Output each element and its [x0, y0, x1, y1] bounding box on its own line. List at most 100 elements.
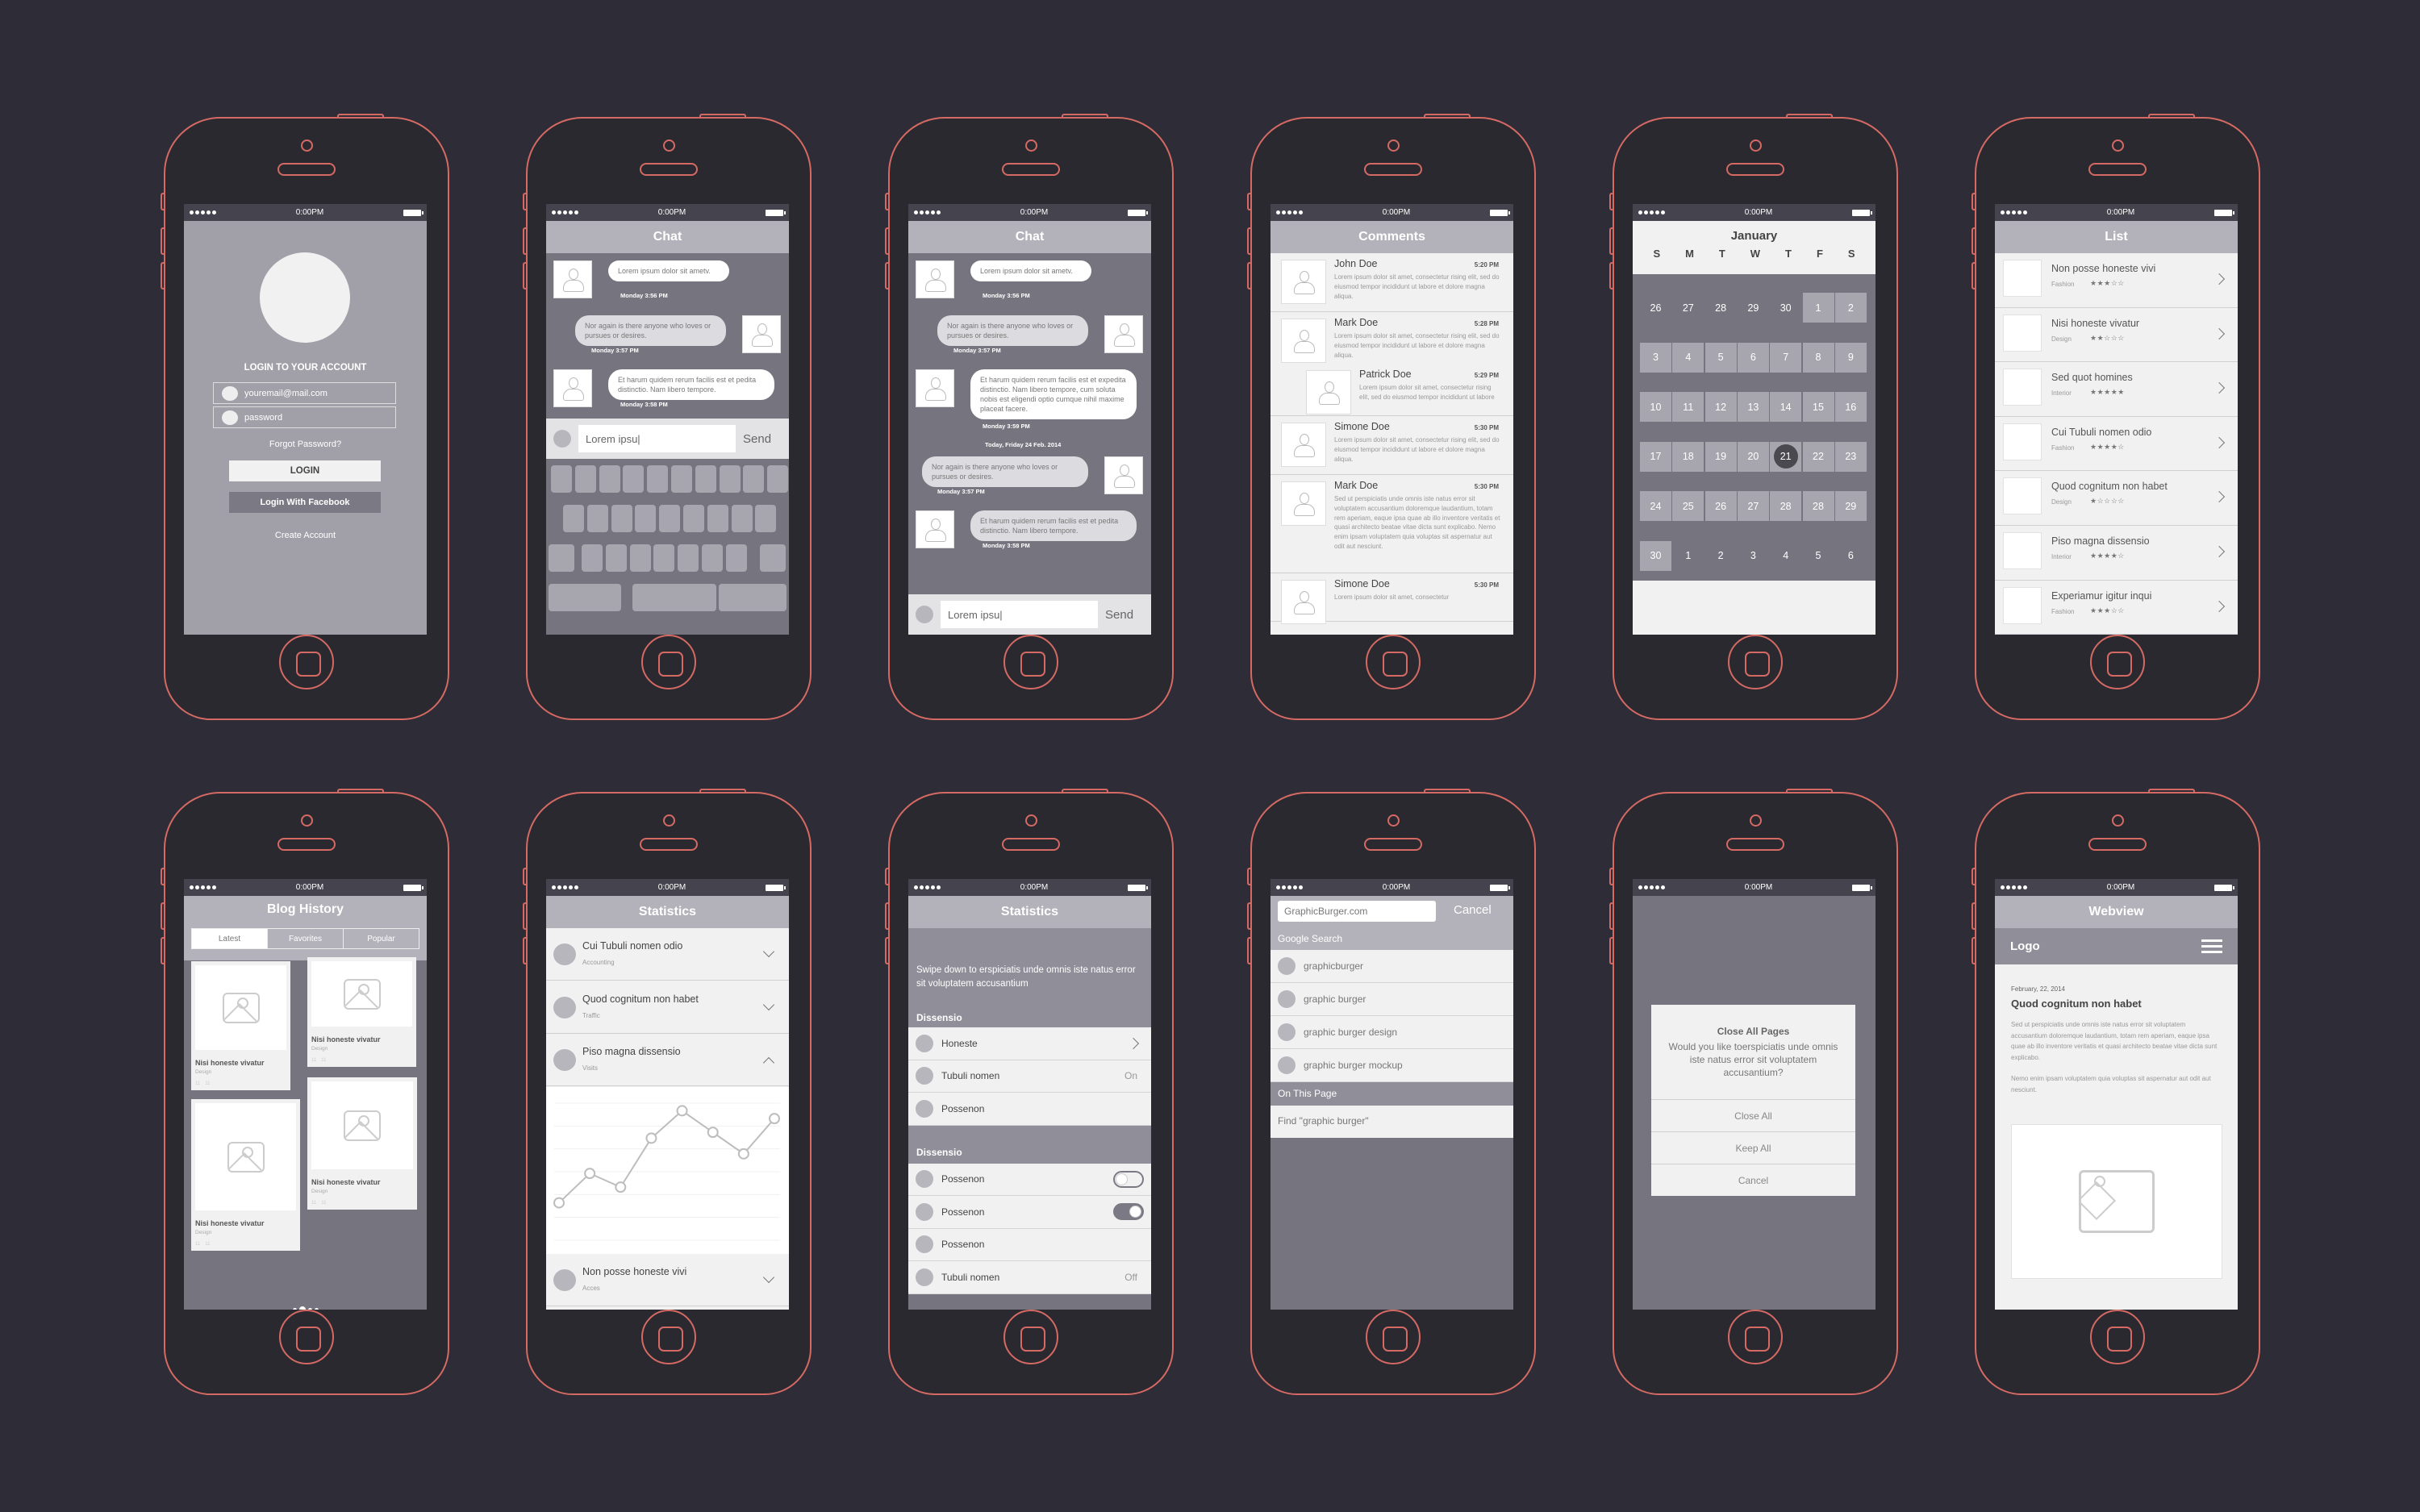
dialog-button-close-all[interactable]: Close All	[1651, 1099, 1855, 1131]
keyboard-key[interactable]	[611, 505, 632, 532]
keyboard-key[interactable]	[549, 544, 574, 572]
calendar-day[interactable]: 23	[1834, 441, 1867, 472]
message-input[interactable]: Lorem ipsu|	[578, 425, 736, 452]
list-item[interactable]: Quod cognitum non habet Design ★☆☆☆☆	[1995, 471, 2238, 526]
calendar-day[interactable]: 28	[1802, 491, 1834, 521]
chevron-right-icon[interactable]	[1127, 1037, 1140, 1049]
calendar-day[interactable]: 11	[1672, 392, 1704, 422]
calendar-day[interactable]: 2	[1834, 293, 1867, 323]
keyboard-key[interactable]	[574, 465, 596, 493]
calendar-day[interactable]: 18	[1672, 441, 1704, 472]
home-button[interactable]	[1366, 635, 1421, 689]
suggestion-item[interactable]: graphic burger design	[1270, 1016, 1513, 1049]
keyboard-key[interactable]	[671, 465, 692, 493]
data-point[interactable]	[645, 1132, 657, 1144]
page-dot[interactable]	[307, 1307, 312, 1310]
tab-favorites[interactable]: Favorites	[267, 929, 343, 948]
accordion-item[interactable]: Quod cognitum non habet Traffic	[546, 981, 789, 1034]
calendar-day[interactable]: 22	[1802, 441, 1834, 472]
home-button[interactable]	[279, 1310, 334, 1364]
home-button[interactable]	[1728, 635, 1783, 689]
suggestion-item[interactable]: graphicburger	[1270, 950, 1513, 983]
calendar-day[interactable]: 4	[1672, 342, 1704, 373]
calendar-day[interactable]: 16	[1834, 392, 1867, 422]
send-button[interactable]: Send	[743, 432, 771, 446]
page-dot[interactable]	[298, 1306, 306, 1310]
keyboard-key[interactable]	[719, 465, 741, 493]
list-item[interactable]: Nisi honeste vivatur Design ★★☆☆☆	[1995, 308, 2238, 363]
keyboard-key[interactable]	[760, 544, 786, 572]
keyboard-key[interactable]	[623, 465, 645, 493]
calendar-day[interactable]: 28	[1770, 491, 1802, 521]
calendar-day[interactable]: 15	[1802, 392, 1834, 422]
suggestion-item[interactable]: graphic burger mockup	[1270, 1049, 1513, 1082]
keyboard-key[interactable]	[563, 505, 584, 532]
blog-card[interactable]: Nisi honeste vivatur Design 11 11	[191, 961, 290, 1090]
cancel-button[interactable]: Cancel	[1454, 903, 1492, 917]
settings-row[interactable]: Possenon	[908, 1163, 1151, 1196]
calendar-day[interactable]: 6	[1737, 342, 1769, 373]
keyboard-key[interactable]	[695, 465, 716, 493]
calendar-day[interactable]: 20	[1737, 441, 1769, 472]
chevron-down-icon[interactable]	[762, 998, 775, 1011]
attach-icon[interactable]	[916, 606, 933, 623]
month-label[interactable]: January	[1633, 229, 1876, 243]
list-item[interactable]: Cui Tubuli nomen odio Fashion ★★★★☆	[1995, 417, 2238, 472]
keyboard-key[interactable]	[702, 544, 723, 572]
chevron-right-icon[interactable]	[2213, 436, 2226, 448]
create-account-link[interactable]: Create Account	[184, 531, 427, 540]
dialog-button-keep-all[interactable]: Keep All	[1651, 1131, 1855, 1164]
calendar-day[interactable]: 8	[1802, 342, 1834, 373]
calendar-day[interactable]: 24	[1640, 491, 1671, 521]
calendar-day[interactable]: 28	[1705, 293, 1737, 323]
toggle-switch[interactable]	[1113, 1203, 1144, 1221]
accordion-item[interactable]: Piso magna dissensio Visits	[546, 1034, 789, 1086]
keyboard-key[interactable]	[605, 544, 627, 572]
keyboard-key[interactable]	[582, 544, 603, 572]
calendar-day[interactable]: 14	[1770, 392, 1802, 422]
calendar-day[interactable]: 1	[1672, 541, 1704, 571]
chevron-up-icon[interactable]	[762, 1056, 775, 1069]
calendar-day[interactable]: 3	[1640, 342, 1671, 373]
keyboard-key[interactable]	[632, 584, 716, 611]
keyboard-key[interactable]	[725, 544, 747, 572]
accordion-item[interactable]: Non posse honeste vivi Acces	[546, 1254, 789, 1306]
keyboard-key[interactable]	[707, 505, 728, 532]
facebook-login-button[interactable]: Login With Facebook	[229, 492, 381, 513]
data-point[interactable]	[615, 1181, 627, 1193]
login-button[interactable]: LOGIN	[229, 460, 381, 481]
keyboard-key[interactable]	[659, 505, 681, 532]
calendar-day[interactable]: 3	[1738, 541, 1769, 571]
search-input[interactable]: GraphicBurger.com	[1278, 901, 1436, 922]
calendar-day[interactable]: 6	[1835, 541, 1867, 571]
chevron-down-icon[interactable]	[762, 945, 775, 958]
blog-card[interactable]: Nisi honeste vivatur Design 11 11	[191, 1099, 300, 1251]
comment-item[interactable]: Simone Doe 5:30 PM Lorem ipsum dolor sit a…	[1270, 416, 1513, 475]
home-button[interactable]	[1728, 1310, 1783, 1364]
chevron-right-icon[interactable]	[2213, 327, 2226, 339]
page-indicator[interactable]	[184, 1306, 427, 1310]
keyboard-key[interactable]	[629, 544, 651, 572]
data-point[interactable]	[707, 1127, 719, 1139]
keyboard-key[interactable]	[653, 544, 675, 572]
list-item[interactable]: Sed quot homines Interior ★★★★★	[1995, 362, 2238, 417]
data-point[interactable]	[737, 1148, 749, 1160]
list-item[interactable]: Piso magna dissensio Interior ★★★★☆	[1995, 526, 2238, 581]
calendar-day[interactable]: 19	[1704, 441, 1737, 472]
calendar-day[interactable]: 30	[1770, 293, 1801, 323]
calendar-day[interactable]: 13	[1737, 392, 1769, 422]
site-logo[interactable]: Logo	[2010, 939, 2040, 953]
calendar-day[interactable]: 10	[1640, 392, 1671, 422]
home-button[interactable]	[641, 1310, 696, 1364]
keyboard-key[interactable]	[743, 465, 765, 493]
comment-item[interactable]: John Doe 5:20 PM Lorem ipsum dolor sit ame…	[1270, 253, 1513, 312]
calendar-day[interactable]: 29	[1834, 491, 1867, 521]
settings-row[interactable]: Possenon	[908, 1228, 1151, 1261]
keyboard-key[interactable]	[599, 465, 620, 493]
calendar-day[interactable]: 4	[1770, 541, 1801, 571]
keyboard-key[interactable]	[635, 505, 657, 532]
home-button[interactable]	[1366, 1310, 1421, 1364]
calendar-day[interactable]: 25	[1672, 491, 1704, 521]
list-item[interactable]: Experiamur igitur inqui Fashion ★★★☆☆	[1995, 581, 2238, 635]
forgot-password-link[interactable]: Forgot Password?	[184, 439, 427, 449]
